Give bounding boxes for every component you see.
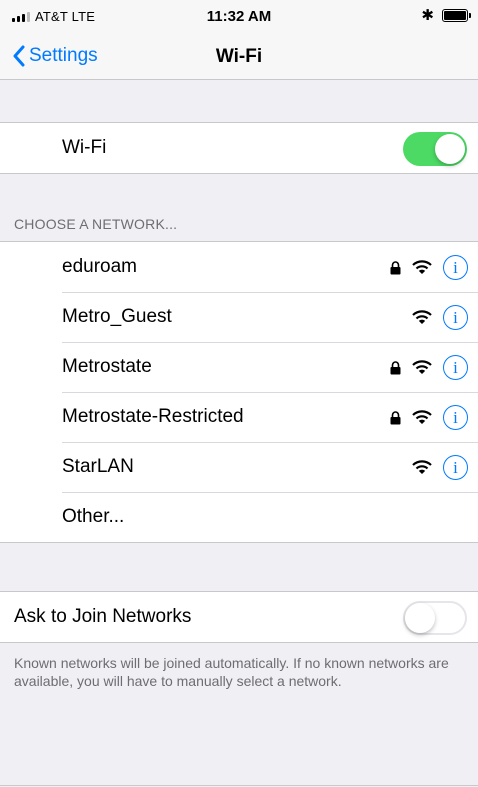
wifi-signal-icon [412,410,432,424]
bottom-divider [0,785,478,786]
wifi-toggle-row: Wi-Fi [0,123,478,173]
info-icon[interactable]: i [443,355,468,380]
network-row-metrostate-restricted[interactable]: Metrostate-Restricted i [0,392,478,442]
network-row-starlan[interactable]: StarLAN i [0,442,478,492]
toggle-knob [435,134,465,164]
info-icon[interactable]: i [443,405,468,430]
ask-to-join-row: Ask to Join Networks [0,592,478,642]
page-title: Wi-Fi [215,46,263,67]
info-icon[interactable]: i [443,305,468,330]
nav-bar: Settings Wi-Fi [0,34,478,80]
battery-icon [442,9,471,22]
toggle-knob [405,603,435,633]
info-icon[interactable]: i [443,255,468,280]
network-section-header: CHOOSE A NETWORK... [14,216,178,232]
wifi-signal-icon [412,260,432,274]
ask-to-join-toggle[interactable] [403,601,467,635]
network-icons: i [390,255,468,280]
lock-icon [390,410,401,424]
status-time: 11:32 AM [206,8,272,25]
wifi-toggle-group: Wi-Fi [0,122,478,174]
bluetooth-icon: ✱ [421,7,434,24]
other-network-label: Other... [62,506,125,527]
wifi-signal-icon [412,360,432,374]
network-row-metro-guest[interactable]: Metro_Guest i [0,292,478,342]
info-icon[interactable]: i [443,455,468,480]
wifi-signal-icon [412,460,432,474]
status-bar: AT&T LTE 11:32 AM ✱ [0,0,478,34]
network-icons: i [390,355,468,380]
network-row-metrostate[interactable]: Metrostate i [0,342,478,392]
wifi-toggle[interactable] [403,132,467,166]
wifi-signal-icon [412,310,432,324]
lock-icon [390,260,401,274]
network-row-eduroam[interactable]: eduroam i [0,242,478,292]
network-icons: i [390,405,468,430]
ask-to-join-group: Ask to Join Networks [0,591,478,643]
lock-icon [390,360,401,374]
other-network-row[interactable]: Other... [0,492,478,542]
status-right: ✱ [421,7,471,24]
ask-to-join-footer: Known networks will be joined automatica… [14,655,449,689]
network-list: eduroam i Metro_Guest i Metrostate i Met… [0,241,478,543]
network-icons: i [412,455,468,480]
network-icons: i [412,305,468,330]
